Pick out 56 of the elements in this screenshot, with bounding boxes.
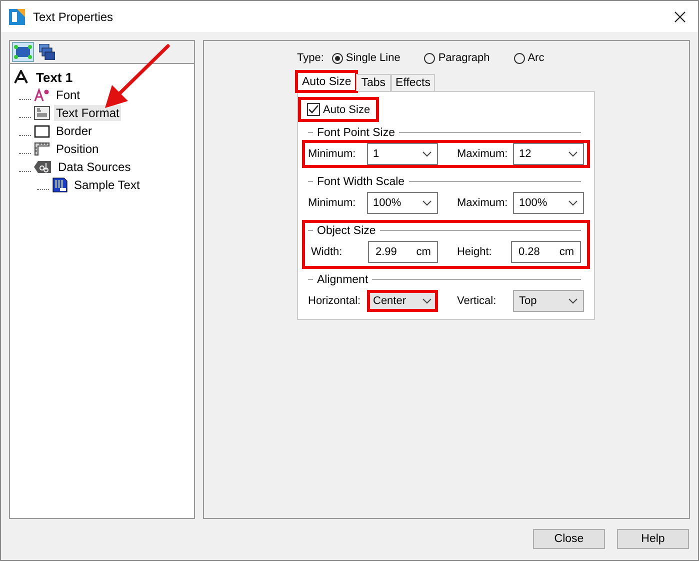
tag-icon — [34, 160, 52, 174]
field-label: Height: — [456, 246, 493, 258]
tree-item[interactable]: Text 1 — [34, 68, 75, 86]
tree-item[interactable]: Text Format — [54, 105, 122, 121]
input-field[interactable]: 2.99 cm — [368, 241, 438, 263]
font-icon — [34, 88, 50, 102]
tree-item[interactable]: Data Sources — [56, 159, 133, 175]
group-title: Alignment — [316, 274, 370, 286]
caret-icon — [422, 200, 432, 206]
dropdown[interactable]: 1 — [367, 143, 438, 165]
group-title: Font Width Scale — [316, 176, 406, 188]
close-button[interactable]: Close — [533, 529, 605, 549]
help-button[interactable]: Help — [617, 529, 689, 549]
auto-size-checkbox[interactable]: Auto Size — [307, 103, 370, 116]
radio-option[interactable]: Arc — [514, 52, 544, 64]
field-label: Maximum: — [457, 148, 509, 160]
checkmark-icon — [308, 104, 319, 115]
type-label: Type: — [297, 52, 324, 64]
caret-icon — [568, 298, 578, 304]
caret-icon — [422, 298, 432, 304]
tab[interactable]: Auto Size — [297, 72, 356, 91]
tree-item[interactable]: Sample Text — [72, 177, 142, 193]
radio-option[interactable]: Paragraph — [424, 52, 490, 64]
window-title: Text Properties — [33, 10, 114, 24]
dropdown[interactable]: 12 — [513, 143, 584, 165]
tree-item[interactable]: Font — [54, 87, 82, 103]
dropdown[interactable]: Top — [513, 290, 584, 312]
field-label: Vertical: — [457, 295, 498, 307]
caret-icon — [568, 200, 578, 206]
square-icon — [34, 124, 50, 138]
field-label: Horizontal: — [308, 295, 362, 307]
radio-option[interactable]: Single Line — [332, 52, 400, 64]
group-title: Object Size — [316, 224, 377, 236]
dropdown[interactable]: 100% — [367, 192, 438, 214]
field-label: Minimum: — [308, 197, 357, 209]
field-label: Minimum: — [308, 148, 357, 160]
caret-icon — [422, 151, 432, 157]
tree-item[interactable]: Border — [54, 123, 94, 139]
frame-tool-button[interactable] — [12, 42, 34, 62]
ruler-icon — [34, 142, 50, 156]
app-logo-icon — [9, 8, 25, 24]
tree-item[interactable]: Position — [54, 141, 101, 157]
field-label: Width: — [311, 246, 344, 258]
text-lines-icon — [34, 106, 50, 120]
tab[interactable]: Tabs — [356, 74, 391, 91]
dropdown[interactable]: Center — [367, 290, 438, 312]
input-field[interactable]: 0.28 cm — [511, 241, 581, 263]
layers-tool-button[interactable] — [36, 42, 58, 62]
field-label: Maximum: — [457, 197, 509, 209]
dropdown[interactable]: 100% — [513, 192, 584, 214]
letter-icon — [14, 70, 28, 84]
tab[interactable]: Effects — [390, 74, 436, 91]
close-icon[interactable] — [674, 10, 686, 22]
caret-icon — [568, 151, 578, 157]
group-title: Font Point Size — [316, 126, 396, 138]
document-icon — [52, 177, 68, 193]
